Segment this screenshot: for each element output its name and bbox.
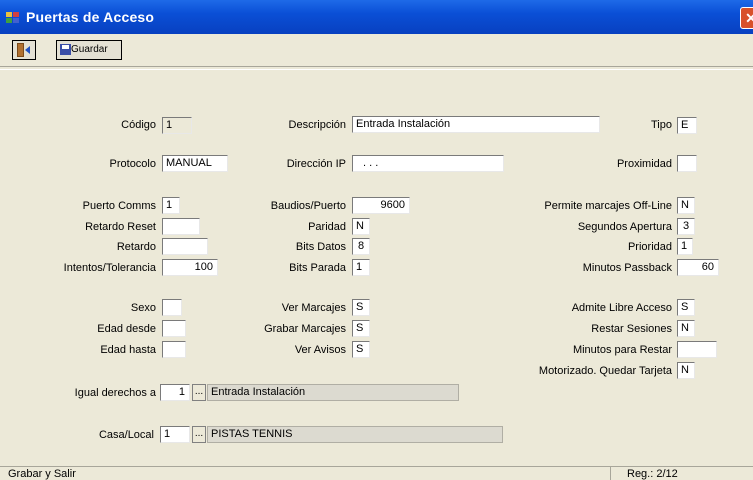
grabar-marcajes-label: Grabar Marcajes	[264, 323, 346, 335]
exit-button[interactable]	[12, 40, 36, 60]
toolbar-separator	[0, 66, 753, 70]
bits-datos-field[interactable]: 8	[352, 238, 370, 255]
retardo-reset-field[interactable]	[162, 218, 200, 235]
ver-avisos-field[interactable]: S	[352, 341, 370, 358]
proximidad-label: Proximidad	[616, 158, 672, 170]
edad-hasta-label: Edad hasta	[100, 344, 156, 356]
segundos-apertura-label: Segundos Apertura	[577, 221, 672, 233]
restar-sesiones-field[interactable]: N	[677, 320, 695, 337]
access-doors-window: Puertas de Acceso ✕ Guardar Código 1 Des…	[0, 0, 753, 480]
intentos-tolerancia-label: Intentos/Tolerancia	[63, 262, 156, 274]
sexo-field[interactable]	[162, 299, 182, 316]
casa-local-label: Casa/Local	[98, 429, 154, 441]
status-hint: Grabar y Salir	[8, 468, 76, 480]
descripcion-field[interactable]: Entrada Instalación	[352, 116, 600, 133]
ver-marcajes-field[interactable]: S	[352, 299, 370, 316]
codigo-field[interactable]: 1	[162, 117, 192, 134]
proximidad-field[interactable]	[677, 155, 697, 172]
codigo-label: Código	[121, 119, 156, 131]
igual-derechos-label: Igual derechos a	[74, 387, 156, 399]
direccion-ip-field[interactable]: . . .	[352, 155, 504, 172]
close-button[interactable]: ✕	[740, 7, 753, 29]
toolbar: Guardar	[0, 34, 753, 66]
motorizado-quedar-tarjeta-label: Motorizado. Quedar Tarjeta	[538, 365, 672, 377]
minutos-para-restar-field[interactable]	[677, 341, 717, 358]
save-button-label: Guardar	[71, 44, 108, 55]
protocolo-field[interactable]: MANUAL	[162, 155, 228, 172]
igual-derechos-field[interactable]: 1	[160, 384, 190, 401]
igual-derechos-description: Entrada Instalación	[207, 384, 459, 401]
edad-desde-field[interactable]	[162, 320, 186, 337]
descripcion-label: Descripción	[288, 119, 346, 131]
restar-sesiones-label: Restar Sesiones	[591, 323, 672, 335]
segundos-apertura-field[interactable]: 3	[677, 218, 695, 235]
grabar-marcajes-field[interactable]: S	[352, 320, 370, 337]
permite-marcajes-offline-label: Permite marcajes Off-Line	[544, 200, 672, 212]
tipo-field[interactable]: E	[677, 117, 697, 134]
casa-local-field[interactable]: 1	[160, 426, 190, 443]
retardo-reset-label: Retardo Reset	[85, 221, 156, 233]
exit-door-icon	[17, 43, 30, 57]
status-bar: Grabar y Salir Reg.: 2/12	[0, 466, 753, 480]
window-title: Puertas de Acceso	[26, 9, 155, 25]
edad-hasta-field[interactable]	[162, 341, 186, 358]
casa-local-lookup-button[interactable]: ...	[192, 426, 206, 443]
prioridad-field[interactable]: 1	[677, 238, 693, 255]
ver-marcajes-label: Ver Marcajes	[281, 302, 346, 314]
record-counter: Reg.: 2/12	[627, 468, 678, 480]
puerto-comms-field[interactable]: 1	[162, 197, 180, 214]
title-bar: Puertas de Acceso ✕	[0, 0, 753, 34]
admite-libre-acceso-label: Admite Libre Acceso	[571, 302, 672, 314]
direccion-ip-label: Dirección IP	[286, 158, 346, 170]
permite-marcajes-offline-field[interactable]: N	[677, 197, 695, 214]
puerto-comms-label: Puerto Comms	[82, 200, 156, 212]
minutos-passback-field[interactable]: 60	[677, 259, 719, 276]
casa-local-description: PISTAS TENNIS	[207, 426, 503, 443]
floppy-disk-icon	[60, 44, 71, 55]
protocolo-label: Protocolo	[109, 158, 156, 170]
baudios-puerto-label: Baudios/Puerto	[270, 200, 346, 212]
retardo-field[interactable]	[162, 238, 208, 255]
retardo-label: Retardo	[116, 241, 156, 253]
intentos-tolerancia-field[interactable]: 100	[162, 259, 218, 276]
bits-parada-label: Bits Parada	[289, 262, 346, 274]
baudios-puerto-field[interactable]: 9600	[352, 197, 410, 214]
bits-parada-field[interactable]: 1	[352, 259, 370, 276]
sexo-label: Sexo	[130, 302, 156, 314]
tipo-label: Tipo	[651, 119, 672, 131]
minutos-passback-label: Minutos Passback	[582, 262, 672, 274]
ver-avisos-label: Ver Avisos	[294, 344, 346, 356]
status-divider	[610, 467, 611, 480]
prioridad-label: Prioridad	[627, 241, 672, 253]
paridad-label: Paridad	[308, 221, 346, 233]
app-icon	[6, 12, 19, 23]
paridad-field[interactable]: N	[352, 218, 370, 235]
edad-desde-label: Edad desde	[97, 323, 156, 335]
bits-datos-label: Bits Datos	[295, 241, 346, 253]
igual-derechos-lookup-button[interactable]: ...	[192, 384, 206, 401]
motorizado-quedar-tarjeta-field[interactable]: N	[677, 362, 695, 379]
admite-libre-acceso-field[interactable]: S	[677, 299, 695, 316]
minutos-para-restar-label: Minutos para Restar	[572, 344, 672, 356]
save-button[interactable]: Guardar	[56, 40, 122, 60]
